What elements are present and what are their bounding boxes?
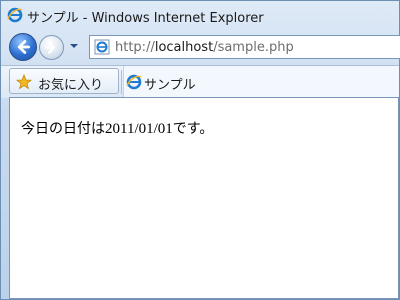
recent-pages-dropdown-icon[interactable]	[69, 42, 79, 50]
navigation-bar: http://localhost/sample.php	[1, 31, 400, 63]
favorites-label: お気に入り	[38, 78, 104, 93]
back-button[interactable]	[9, 33, 37, 61]
window-title: サンプル - Windows Internet Explorer	[27, 11, 264, 26]
ie-logo-icon	[7, 7, 23, 23]
favorites-button[interactable]: お気に入り	[9, 68, 119, 94]
message-suffix: です。	[172, 121, 214, 137]
date-message: 今日の日付は2011/01/01です。	[21, 118, 213, 138]
back-arrow-icon	[17, 40, 30, 54]
date-value: 2011/01/01	[105, 121, 173, 137]
address-url[interactable]: http://localhost/sample.php	[115, 40, 294, 55]
browser-window: サンプル - Windows Internet Explorer http://…	[0, 0, 400, 300]
url-prefix: http://	[115, 40, 155, 55]
title-bar[interactable]: サンプル - Windows Internet Explorer	[1, 1, 399, 29]
address-bar[interactable]: http://localhost/sample.php	[89, 35, 400, 59]
tab-label: サンプル	[144, 78, 196, 93]
ie-logo-icon	[126, 74, 142, 90]
url-host: localhost	[154, 40, 214, 55]
forward-button[interactable]	[39, 35, 64, 60]
tab-sample[interactable]: サンプル	[123, 66, 399, 97]
forward-arrow-icon	[45, 41, 55, 54]
tab-bar: お気に入り サンプル	[1, 65, 399, 98]
page-icon	[94, 39, 110, 55]
message-prefix: 今日の日付は	[21, 121, 105, 137]
tab-separator	[121, 70, 122, 94]
url-path: /sample.php	[213, 40, 294, 55]
page-content: 今日の日付は2011/01/01です。	[9, 97, 399, 299]
star-icon	[16, 74, 32, 90]
